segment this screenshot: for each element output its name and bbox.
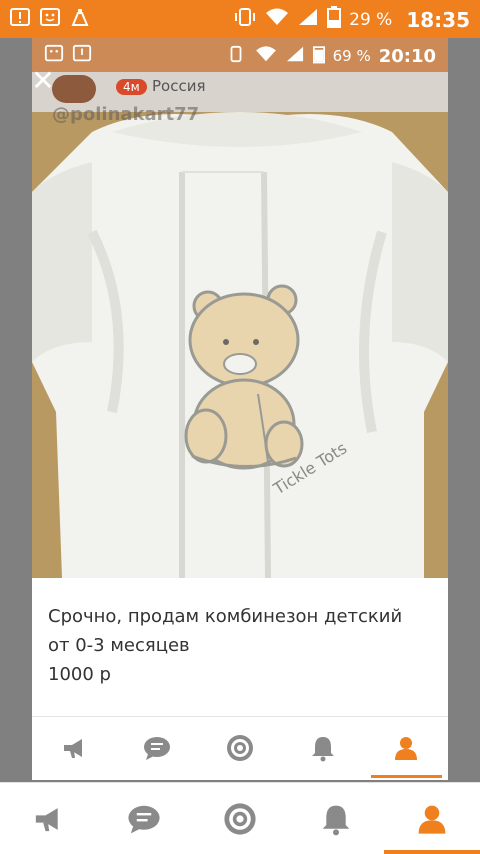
megaphone-icon	[35, 807, 58, 831]
person-icon	[395, 736, 418, 760]
avatar[interactable]	[52, 75, 96, 103]
post-age-badge: 4м	[116, 79, 147, 95]
tab-discover[interactable]	[192, 783, 288, 854]
bell-icon	[312, 736, 335, 761]
person-icon	[418, 805, 446, 834]
post-screenshot[interactable]: 69 % 20:10 4м Россия Tickle Tots @polina…	[32, 38, 448, 780]
signal-icon	[297, 7, 319, 32]
tab-notifications[interactable]	[288, 783, 384, 854]
close-icon[interactable]: ✕	[32, 66, 58, 96]
chat-icon	[128, 805, 160, 833]
inner-alert-icon	[72, 44, 92, 68]
post-description: Срочно, продам комбинезон детский от 0-3…	[32, 578, 448, 718]
target-icon	[227, 734, 253, 761]
bottom-tab-bar	[0, 782, 480, 854]
alert-icon	[8, 6, 32, 30]
inner-tab-bar	[32, 716, 448, 778]
inner-tab-feed[interactable]	[32, 717, 115, 778]
inner-vibrate-icon	[225, 45, 247, 67]
description-line-2: от 0-3 месяцев	[48, 635, 190, 656]
inner-wifi-icon	[255, 45, 277, 67]
battery-icon	[327, 6, 342, 33]
inner-battery-percent: 69 %	[332, 47, 371, 65]
inner-tab-discover[interactable]	[198, 717, 281, 778]
inner-tab-notifications[interactable]	[282, 717, 365, 778]
cleaner-icon	[68, 6, 92, 30]
clock: 18:35	[406, 7, 470, 32]
status-bar: 29 % 18:35	[0, 0, 480, 38]
inner-tab-messages[interactable]	[115, 717, 198, 778]
tab-messages[interactable]	[96, 783, 192, 854]
tab-feed[interactable]	[0, 783, 96, 854]
description-line-1: Срочно, продам комбинезон детский	[48, 606, 403, 627]
megaphone-icon	[63, 738, 82, 758]
inner-tab-profile[interactable]	[365, 717, 448, 778]
chat-icon	[143, 736, 170, 760]
inner-status-bar: 69 % 20:10	[32, 38, 448, 72]
face-icon	[38, 6, 62, 30]
product-photo[interactable]: Tickle Tots	[32, 112, 448, 578]
price: 1000 р	[48, 664, 111, 685]
post-country: Россия	[152, 77, 206, 95]
inner-signal-icon	[285, 45, 305, 67]
inner-clock: 20:10	[378, 45, 436, 67]
wifi-icon	[265, 7, 289, 32]
battery-percent: 29 %	[349, 9, 393, 30]
bell-icon	[322, 805, 350, 835]
post-username: @polinakart77	[52, 104, 200, 125]
target-icon	[224, 802, 256, 835]
inner-battery-icon	[312, 44, 325, 68]
tab-profile[interactable]	[384, 783, 480, 854]
vibrate-icon	[233, 7, 257, 32]
